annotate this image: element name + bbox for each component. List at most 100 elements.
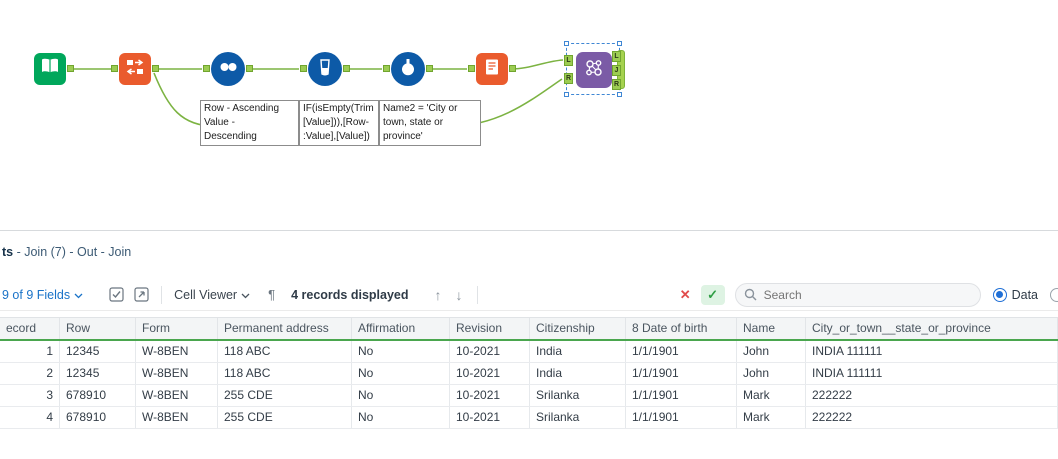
record-id-tool[interactable]: [111, 53, 159, 85]
cancel-button[interactable]: ✕: [680, 287, 691, 303]
column-header[interactable]: Citizenship: [530, 318, 626, 339]
chevron-down-icon: [74, 288, 83, 302]
column-header[interactable]: Revision: [450, 318, 530, 339]
table-row[interactable]: 2 12345 W-8BEN 118 ABC No 10-2021 India …: [0, 363, 1058, 385]
cell: 10-2021: [450, 341, 530, 362]
cell: INDIA 111111: [806, 341, 1058, 362]
cell: 678910: [60, 385, 136, 406]
selection-handle[interactable]: [564, 41, 569, 46]
data-radio-label: Data: [1011, 287, 1038, 302]
cell: No: [352, 363, 450, 384]
column-header[interactable]: Form: [136, 318, 218, 339]
selection-handle[interactable]: [617, 41, 622, 46]
sort-icon: [218, 57, 238, 82]
annotation-line: province': [383, 131, 423, 142]
cell: 10-2021: [450, 363, 530, 384]
cell: India: [530, 363, 626, 384]
search-input[interactable]: [734, 282, 981, 307]
selection-handle[interactable]: [617, 92, 622, 97]
confirm-button[interactable]: ✓: [700, 284, 725, 305]
column-header[interactable]: City_or_town__state_or_province: [806, 318, 1058, 339]
metadata-radio[interactable]: [1050, 287, 1058, 302]
cell: 118 ABC: [218, 341, 352, 362]
export-icon[interactable]: [134, 287, 149, 302]
cell: W-8BEN: [136, 385, 218, 406]
input-anchor[interactable]: [468, 65, 475, 72]
input-anchor[interactable]: [111, 65, 118, 72]
column-header[interactable]: 8 Date of birth: [626, 318, 737, 339]
record-id-icon: [125, 57, 145, 82]
join-icon: [582, 56, 606, 85]
cell: 2: [0, 363, 60, 384]
toolbar-separator: [161, 285, 163, 304]
table-row[interactable]: 4 678910 W-8BEN 255 CDE No 10-2021 Srila…: [0, 407, 1058, 429]
join-tool[interactable]: [576, 52, 612, 88]
toolbar-separator: [476, 285, 478, 304]
join-left-anchor-r[interactable]: R: [564, 73, 573, 84]
annotation-line: Value -: [204, 117, 235, 128]
cell: Srilanka: [530, 385, 626, 406]
output-anchor[interactable]: [67, 65, 74, 72]
select-tool[interactable]: [468, 53, 516, 85]
connection-wires: [69, 59, 564, 127]
input-data-tool[interactable]: [34, 53, 74, 85]
fields-dropdown[interactable]: 9 of 9 Fields: [2, 288, 83, 302]
output-anchor[interactable]: [426, 65, 433, 72]
column-header[interactable]: Affirmation: [352, 318, 450, 339]
input-data-icon: [40, 57, 60, 82]
cell: 1/1/1901: [626, 407, 737, 428]
annotation-sort[interactable]: Row - Ascending Value - Descending: [200, 100, 299, 146]
selection-handle[interactable]: [564, 92, 569, 97]
column-header[interactable]: ecord: [0, 318, 60, 339]
cell: 222222: [806, 407, 1058, 428]
column-header[interactable]: Name: [737, 318, 806, 339]
output-anchor[interactable]: [343, 65, 350, 72]
output-anchor[interactable]: [152, 65, 159, 72]
records-displayed-label: 4 records displayed: [291, 287, 409, 302]
table-row[interactable]: 1 12345 W-8BEN 118 ABC No 10-2021 India …: [0, 341, 1058, 363]
annotation-line: IF(isEmpty(Trim: [303, 103, 374, 114]
column-header[interactable]: Permanent address: [218, 318, 352, 339]
cell: W-8BEN: [136, 341, 218, 362]
cell: 118 ABC: [218, 363, 352, 384]
cell: 1/1/1901: [626, 341, 737, 362]
input-anchor[interactable]: [383, 65, 390, 72]
cell: 4: [0, 407, 60, 428]
cell: No: [352, 407, 450, 428]
cell: INDIA 111111: [806, 363, 1058, 384]
input-anchor[interactable]: [203, 65, 210, 72]
radio-selected-icon: [992, 287, 1007, 302]
results-pane: ts - Join (7) - Out - Join 9 of 9 Fields…: [0, 230, 1058, 459]
join-right-anchor-l[interactable]: L: [612, 51, 621, 62]
annotation-formula-expression[interactable]: IF(isEmpty(Trim [Value])),[Row- :Value],…: [299, 100, 379, 146]
join-left-anchor-l[interactable]: L: [564, 55, 573, 66]
annotation-line: :Value],[Value]): [303, 131, 370, 142]
cell: 10-2021: [450, 385, 530, 406]
scroll-up-icon[interactable]: ↑: [435, 287, 442, 303]
multi-row-formula-tool[interactable]: [300, 52, 350, 86]
cell: 1/1/1901: [626, 363, 737, 384]
cell: 3: [0, 385, 60, 406]
join-tool-selection[interactable]: L R L J R: [564, 41, 625, 97]
search-box: [734, 282, 981, 307]
input-anchor[interactable]: [300, 65, 307, 72]
formula-tool[interactable]: [383, 52, 433, 86]
pilcrow-icon[interactable]: ¶: [268, 287, 275, 302]
annotation-line: Descending: [204, 131, 257, 142]
join-right-anchor-r[interactable]: R: [612, 79, 621, 90]
output-anchor[interactable]: [246, 65, 253, 72]
column-header[interactable]: Row: [60, 318, 136, 339]
sort-tool[interactable]: [203, 52, 253, 86]
join-right-anchor-j[interactable]: J: [612, 65, 621, 76]
cell-viewer-dropdown[interactable]: Cell Viewer: [174, 288, 250, 302]
data-radio[interactable]: Data: [992, 287, 1038, 302]
cell: 12345: [60, 363, 136, 384]
output-anchor[interactable]: [509, 65, 516, 72]
annotation-formula-name2[interactable]: Name2 = 'City or town, state or province…: [379, 100, 481, 146]
select-all-checkbox-icon[interactable]: [109, 287, 124, 302]
table-row[interactable]: 3 678910 W-8BEN 255 CDE No 10-2021 Srila…: [0, 385, 1058, 407]
chevron-down-icon: [241, 288, 250, 302]
cell: 12345: [60, 341, 136, 362]
multi-row-formula-icon: [315, 57, 335, 82]
scroll-down-icon[interactable]: ↓: [456, 287, 463, 303]
